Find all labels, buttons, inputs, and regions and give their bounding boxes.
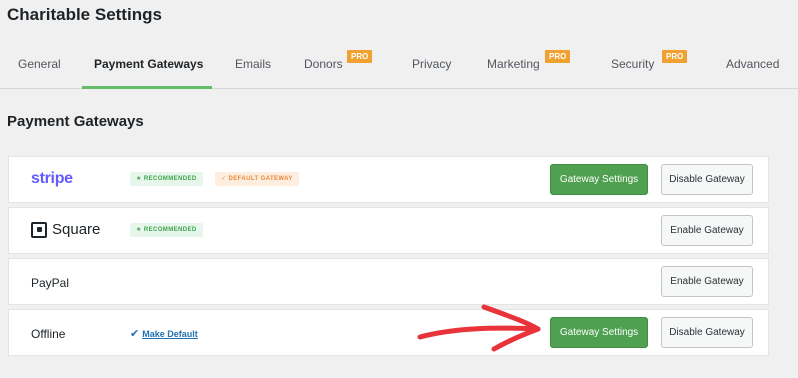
security-pro-badge: PRO	[662, 50, 688, 63]
page-title: Charitable Settings	[7, 5, 162, 24]
annotation-arrow-icon	[417, 304, 541, 352]
star-icon: ★	[136, 176, 142, 182]
paypal-enable-gateway-button[interactable]: Enable Gateway	[661, 266, 753, 297]
settings-tabs: General Payment Gateways Emails Donors P…	[0, 40, 798, 89]
tab-donors[interactable]: Donors	[304, 40, 343, 88]
stripe-disable-gateway-button[interactable]: Disable Gateway	[661, 164, 753, 195]
square-icon	[31, 221, 47, 238]
tab-privacy[interactable]: Privacy	[412, 40, 451, 88]
offline-gateway-settings-button[interactable]: Gateway Settings	[550, 317, 648, 348]
square-logo: Square	[31, 221, 100, 238]
checkmark-icon: ✔	[130, 328, 140, 340]
offline-disable-gateway-button[interactable]: Disable Gateway	[661, 317, 753, 348]
paypal-name: PayPal	[31, 276, 70, 290]
section-title: Payment Gateways	[7, 113, 144, 130]
square-enable-gateway-button[interactable]: Enable Gateway	[661, 215, 753, 246]
tab-emails[interactable]: Emails	[235, 40, 271, 88]
gateway-row-stripe: stripe ★ RECOMMENDED ✓ DEFAULT GATEWAY G…	[8, 156, 769, 203]
tab-payment-gateways[interactable]: Payment Gateways	[94, 40, 203, 88]
donors-pro-badge: PRO	[347, 50, 373, 63]
check-icon: ✓	[221, 176, 227, 182]
marketing-pro-badge: PRO	[545, 50, 571, 63]
tab-advanced[interactable]: Advanced	[726, 40, 779, 88]
tab-general[interactable]: General	[18, 40, 61, 88]
stripe-gateway-settings-button[interactable]: Gateway Settings	[550, 164, 648, 195]
gateway-row-paypal: PayPal Enable Gateway	[8, 258, 769, 305]
offline-name: Offline	[31, 327, 66, 341]
recommended-badge: ★ RECOMMENDED	[130, 223, 203, 237]
stripe-logo: stripe	[31, 170, 73, 187]
tab-marketing[interactable]: Marketing	[487, 40, 540, 88]
make-default-link[interactable]: ✔ Make Default	[130, 327, 198, 340]
recommended-badge: ★ RECOMMENDED	[130, 172, 203, 186]
default-gateway-badge: ✓ DEFAULT GATEWAY	[215, 172, 299, 186]
tab-security[interactable]: Security	[611, 40, 654, 88]
active-tab-indicator	[82, 86, 212, 89]
star-icon: ★	[136, 227, 142, 233]
gateway-row-offline: Offline ✔ Make Default Gateway Settings …	[8, 309, 769, 356]
gateway-row-square: Square ★ RECOMMENDED Enable Gateway	[8, 207, 769, 254]
